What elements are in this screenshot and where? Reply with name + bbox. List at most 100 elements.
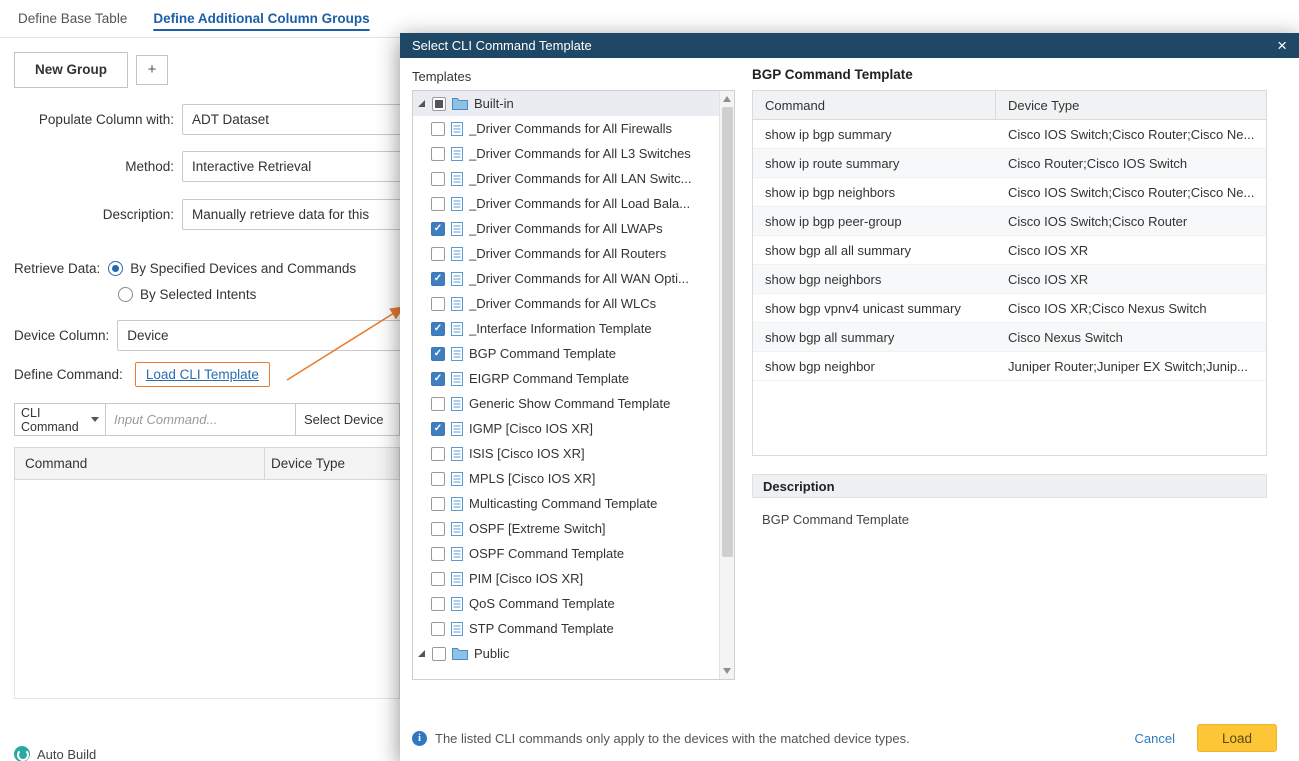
preview-table-row[interactable]: show bgp all summaryCisco Nexus Switch (753, 323, 1266, 352)
tree-item[interactable]: _Driver Commands for All LWAPs (413, 216, 719, 241)
document-icon (451, 297, 463, 311)
tree-item[interactable]: _Driver Commands for All WAN Opti... (413, 266, 719, 291)
template-checkbox[interactable] (431, 447, 445, 461)
preview-table-row[interactable]: show ip bgp summaryCisco IOS Switch;Cisc… (753, 120, 1266, 149)
load-button[interactable]: Load (1197, 724, 1277, 752)
document-icon (451, 272, 463, 286)
command-table-header: Command Device Type (14, 447, 400, 480)
template-label: _Driver Commands for All LWAPs (469, 221, 663, 236)
auto-build-icon[interactable] (14, 746, 30, 761)
method-input[interactable]: Interactive Retrieval (182, 151, 414, 182)
document-icon (451, 547, 463, 561)
load-cli-template-link[interactable]: Load CLI Template (146, 367, 259, 382)
template-checkbox[interactable] (431, 422, 445, 436)
templates-label: Templates (412, 69, 471, 84)
template-checkbox[interactable] (431, 497, 445, 511)
radio-by-specified-devices[interactable] (108, 261, 123, 276)
template-checkbox[interactable] (431, 222, 445, 236)
tree-item[interactable]: _Driver Commands for All L3 Switches (413, 141, 719, 166)
template-checkbox[interactable] (431, 197, 445, 211)
tree-item[interactable]: _Driver Commands for All Firewalls (413, 116, 719, 141)
tree-item[interactable]: EIGRP Command Template (413, 366, 719, 391)
dialog-footer: i The listed CLI commands only apply to … (412, 723, 1277, 753)
dialog-titlebar[interactable]: Select CLI Command Template × (400, 33, 1299, 58)
template-checkbox[interactable] (431, 347, 445, 361)
template-checkbox[interactable] (431, 572, 445, 586)
column-header-command[interactable]: Command (15, 448, 265, 479)
method-row: Method: Interactive Retrieval (0, 150, 414, 182)
tree-node-built-in[interactable]: Built-in (413, 91, 719, 116)
tree-item[interactable]: QoS Command Template (413, 591, 719, 616)
tree-item[interactable]: PIM [Cisco IOS XR] (413, 566, 719, 591)
template-checkbox[interactable] (431, 622, 445, 636)
scrollbar-thumb[interactable] (722, 107, 733, 557)
tree-item[interactable]: Multicasting Command Template (413, 491, 719, 516)
preview-table-row[interactable]: show ip bgp neighborsCisco IOS Switch;Ci… (753, 178, 1266, 207)
tree-item[interactable]: _Driver Commands for All Load Bala... (413, 191, 719, 216)
template-label: _Driver Commands for All Firewalls (469, 121, 672, 136)
tree-item[interactable]: BGP Command Template (413, 341, 719, 366)
radio-by-selected-intents[interactable] (118, 287, 133, 302)
column-header-command[interactable]: Command (753, 91, 996, 119)
tree-item[interactable]: OSPF [Extreme Switch] (413, 516, 719, 541)
template-checkbox[interactable] (431, 322, 445, 336)
template-checkbox[interactable] (431, 272, 445, 286)
description-input[interactable]: Manually retrieve data for this (182, 199, 414, 230)
tree-item[interactable]: _Driver Commands for All LAN Switc... (413, 166, 719, 191)
template-checkbox[interactable] (431, 547, 445, 561)
template-label: _Driver Commands for All L3 Switches (469, 146, 691, 161)
scroll-down-icon[interactable] (723, 668, 731, 674)
template-checkbox[interactable] (431, 397, 445, 411)
tree-item[interactable]: _Driver Commands for All WLCs (413, 291, 719, 316)
tree-scrollbar[interactable] (719, 91, 734, 679)
template-checkbox[interactable] (431, 247, 445, 261)
built-in-checkbox[interactable] (432, 97, 446, 111)
template-checkbox[interactable] (431, 172, 445, 186)
column-header-device-type[interactable]: Device Type (265, 448, 399, 479)
template-checkbox[interactable] (431, 372, 445, 386)
tab-define-additional-column-groups[interactable]: Define Additional Column Groups (153, 11, 369, 26)
method-label: Method: (0, 159, 174, 174)
expand-icon[interactable] (418, 100, 425, 107)
preview-table-row[interactable]: show bgp neighborsCisco IOS XR (753, 265, 1266, 294)
tree-item[interactable]: STP Command Template (413, 616, 719, 641)
cancel-button[interactable]: Cancel (1135, 731, 1175, 746)
template-checkbox[interactable] (431, 147, 445, 161)
close-icon[interactable]: × (1277, 37, 1287, 54)
public-checkbox[interactable] (432, 647, 446, 661)
tree-item[interactable]: _Interface Information Template (413, 316, 719, 341)
tree-item[interactable]: IGMP [Cisco IOS XR] (413, 416, 719, 441)
tree-node-public[interactable]: Public (413, 641, 719, 666)
tree-item[interactable]: MPLS [Cisco IOS XR] (413, 466, 719, 491)
tree-item[interactable]: _Driver Commands for All Routers (413, 241, 719, 266)
tab-new-group[interactable]: New Group (14, 52, 128, 88)
retrieve-data-label: Retrieve Data: (14, 261, 100, 276)
cli-command-dropdown[interactable]: CLI Command (15, 404, 106, 435)
footer-note: The listed CLI commands only apply to th… (435, 731, 1135, 746)
template-label: EIGRP Command Template (469, 371, 629, 386)
preview-table-row[interactable]: show ip route summaryCisco Router;Cisco … (753, 149, 1266, 178)
preview-table-row[interactable]: show bgp vpnv4 unicast summaryCisco IOS … (753, 294, 1266, 323)
command-cell: show bgp all summary (753, 323, 996, 351)
template-checkbox[interactable] (431, 472, 445, 486)
template-checkbox[interactable] (431, 597, 445, 611)
command-input[interactable]: Input Command... (106, 404, 296, 435)
column-header-device-type[interactable]: Device Type (996, 91, 1266, 119)
device-type-cell: Juniper Router;Juniper EX Switch;Junip..… (996, 352, 1266, 380)
template-checkbox[interactable] (431, 122, 445, 136)
preview-table-row[interactable]: show bgp neighborJuniper Router;Juniper … (753, 352, 1266, 381)
template-checkbox[interactable] (431, 522, 445, 536)
select-device-button[interactable]: Select Device (296, 404, 399, 435)
tab-define-base-table[interactable]: Define Base Table (18, 11, 127, 26)
template-checkbox[interactable] (431, 297, 445, 311)
tree-item[interactable]: Generic Show Command Template (413, 391, 719, 416)
scroll-up-icon[interactable] (723, 96, 731, 102)
populate-column-input[interactable]: ADT Dataset (182, 104, 414, 135)
add-group-button[interactable]: + (136, 55, 168, 85)
expand-icon[interactable] (418, 650, 425, 657)
template-label: _Driver Commands for All WAN Opti... (469, 271, 689, 286)
tree-item[interactable]: ISIS [Cisco IOS XR] (413, 441, 719, 466)
preview-table-row[interactable]: show ip bgp peer-groupCisco IOS Switch;C… (753, 207, 1266, 236)
tree-item[interactable]: OSPF Command Template (413, 541, 719, 566)
preview-table-row[interactable]: show bgp all all summaryCisco IOS XR (753, 236, 1266, 265)
